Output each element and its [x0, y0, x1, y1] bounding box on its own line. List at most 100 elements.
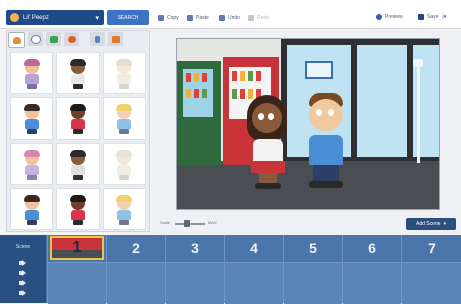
character-thumbnail[interactable] — [10, 52, 54, 95]
chevron-down-icon: ▾ — [443, 221, 446, 227]
scene-audio-band — [166, 262, 224, 304]
vending-item — [202, 89, 207, 98]
vending-item — [194, 89, 199, 98]
scene-slot-3[interactable]: 3 — [165, 235, 224, 304]
scene-audio-band — [225, 262, 283, 304]
scene-number: 6 — [368, 240, 376, 256]
boy-eye — [328, 109, 334, 116]
scene-number: 3 — [191, 240, 199, 256]
zoom-min-label: Scale — [160, 220, 171, 225]
character-boy[interactable] — [301, 93, 351, 197]
scene-number: 2 — [132, 240, 140, 256]
character-grid — [10, 52, 146, 230]
theme-select[interactable]: Lil' Peepz ▾ — [6, 10, 104, 25]
tab-props[interactable] — [64, 32, 79, 46]
add-scene-button[interactable]: Add Scene ▾ — [406, 218, 456, 230]
lamp-post — [417, 63, 420, 163]
scene-audio-band — [343, 262, 401, 304]
character-thumbnail[interactable] — [56, 97, 100, 140]
effect-icon — [111, 35, 120, 43]
vending-item — [186, 73, 191, 82]
background-icon — [49, 35, 58, 43]
category-tabs — [8, 32, 148, 48]
girl-shoes — [255, 183, 281, 189]
girl-eye — [258, 113, 264, 120]
boy-pants — [313, 165, 339, 181]
vending-item — [186, 89, 191, 98]
tab-characters[interactable] — [8, 32, 25, 48]
play-icon — [376, 14, 382, 20]
prop-icon — [67, 35, 76, 43]
character-thumbnail[interactable] — [102, 142, 146, 185]
tab-speech-bubbles[interactable] — [28, 32, 43, 46]
redo-button[interactable]: Redo — [248, 13, 269, 23]
vending-item — [248, 71, 253, 81]
undo-label: Undo — [228, 15, 240, 21]
character-thumbnail[interactable] — [56, 142, 100, 185]
character-thumbnail[interactable] — [102, 52, 146, 95]
scene-number: 4 — [250, 240, 258, 256]
scene-number: 1 — [72, 239, 82, 256]
scene-audio-band — [284, 262, 342, 304]
vending-item — [232, 71, 237, 81]
vending-item — [194, 73, 199, 82]
speech-bubble-icon — [30, 34, 41, 44]
timeline-sidebar: Scene — [0, 235, 46, 303]
character-thumbnail[interactable] — [102, 97, 146, 140]
preview-label: Preview — [385, 14, 403, 20]
scene-slot-4[interactable]: 4 — [224, 235, 283, 304]
scene-canvas[interactable] — [176, 38, 440, 210]
character-thumbnail[interactable] — [102, 187, 146, 230]
tab-backgrounds[interactable] — [46, 32, 61, 46]
scene-label: Scene — [15, 244, 31, 250]
scene-thumbnail-selected[interactable]: 1 — [50, 236, 104, 260]
zoom-slider[interactable] — [175, 223, 205, 225]
scene-audio-band — [107, 262, 165, 304]
copy-icon — [158, 15, 164, 21]
tab-effects[interactable] — [108, 32, 123, 46]
boy-eye — [316, 109, 322, 116]
paste-button[interactable]: Paste — [187, 13, 209, 23]
scene-slot-7[interactable]: 7 — [401, 235, 461, 304]
window-pane — [357, 45, 407, 157]
character-thumbnail[interactable] — [56, 187, 100, 230]
copy-button[interactable]: Copy — [158, 13, 179, 23]
girl-face — [252, 103, 282, 133]
audio-track-icon[interactable] — [19, 280, 27, 286]
boy-shoes — [309, 181, 343, 188]
chevron-down-icon: ▾ — [95, 14, 99, 22]
save-button[interactable]: Save |▾ — [418, 12, 446, 22]
character-girl[interactable] — [243, 95, 293, 195]
theme-icon — [10, 13, 19, 22]
add-scene-label: Add Scene — [416, 221, 441, 227]
audio-track-icon[interactable] — [19, 270, 27, 276]
preview-button[interactable]: Preview — [376, 12, 403, 22]
vending-item — [232, 89, 237, 99]
scene-number: 7 — [428, 240, 436, 256]
music-icon — [95, 35, 100, 43]
undo-button[interactable]: Undo — [219, 13, 240, 23]
scene-slot-2[interactable]: 2 — [106, 235, 165, 304]
vending-item — [256, 71, 261, 81]
search-button[interactable]: SEARCH — [107, 10, 149, 25]
copy-label: Copy — [167, 15, 179, 21]
save-icon — [418, 14, 424, 20]
zoom-slider-handle[interactable] — [184, 220, 190, 227]
paste-label: Paste — [196, 15, 209, 21]
audio-track-icon[interactable] — [19, 260, 27, 266]
boy-shirt — [309, 135, 343, 165]
tab-music[interactable] — [90, 32, 105, 46]
scene-slot-5[interactable]: 5 — [283, 235, 342, 304]
undo-icon — [219, 15, 225, 21]
hanging-sign — [305, 61, 333, 79]
scene-slot-6[interactable]: 6 — [342, 235, 401, 304]
character-thumbnail[interactable] — [10, 142, 54, 185]
redo-label: Redo — [257, 15, 269, 21]
redo-icon — [248, 15, 254, 21]
character-thumbnail[interactable] — [10, 97, 54, 140]
save-menu-chevron-icon[interactable]: |▾ — [442, 14, 446, 20]
character-thumbnail[interactable] — [10, 187, 54, 230]
vending-item — [202, 73, 207, 82]
audio-track-icon[interactable] — [19, 290, 27, 296]
character-thumbnail[interactable] — [56, 52, 100, 95]
